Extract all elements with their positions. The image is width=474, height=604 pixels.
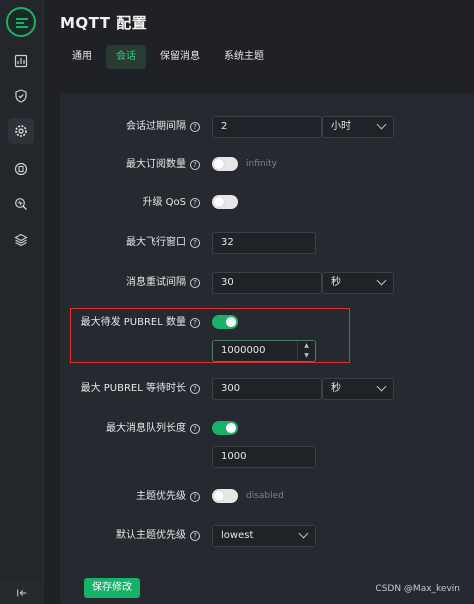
- tab-system-topic[interactable]: 系统主题: [214, 45, 274, 69]
- max-mqueue-len-row: 最大消息队列长度 ?: [60, 418, 474, 440]
- toggle-knob: [214, 491, 224, 501]
- max-inflight-row: 最大飞行窗口 ? 32: [60, 232, 474, 254]
- app-logo-icon[interactable]: [6, 7, 36, 37]
- nav-rail: [0, 0, 44, 604]
- max-subscriptions-label: 最大订阅数量: [126, 159, 186, 170]
- retry-interval-input[interactable]: 30: [212, 272, 322, 294]
- max-subscriptions-row: 最大订阅数量 ? infinity: [60, 154, 474, 176]
- collapse-icon[interactable]: [0, 582, 44, 604]
- chevron-down-icon: [298, 528, 309, 539]
- max-mqueue-len-input[interactable]: 1000: [212, 446, 316, 468]
- upgrade-qos-toggle[interactable]: [212, 195, 238, 209]
- shield-icon[interactable]: [8, 83, 34, 109]
- session-expiry-row: 会话过期间隔 ? 2 小时: [60, 116, 474, 138]
- await-rel-timeout-unit-select[interactable]: 秒: [322, 378, 394, 400]
- annotation-highlight-box: [70, 308, 350, 363]
- help-icon[interactable]: ?: [190, 238, 200, 248]
- upgrade-qos-row: 升级 QoS ?: [60, 192, 474, 214]
- await-rel-timeout-label: 最大 PUBREL 等待时长: [80, 383, 186, 394]
- topic-priority-label: 主题优先级: [136, 491, 186, 502]
- topic-priority-hint: disabled: [246, 491, 284, 501]
- watermark: CSDN @Max_kevin: [375, 584, 460, 594]
- max-mqueue-len-label: 最大消息队列长度: [106, 423, 186, 434]
- app-root: MQTT 配置 通用 会话 保留消息 系统主题 会话过期间隔 ? 2 小时 最大…: [0, 0, 474, 604]
- tab-session[interactable]: 会话: [106, 45, 146, 69]
- help-icon[interactable]: ?: [190, 122, 200, 132]
- toggle-knob: [226, 423, 236, 433]
- retry-interval-label: 消息重试间隔: [126, 277, 186, 288]
- max-mqueue-len-value-row: 1000: [60, 446, 474, 468]
- plugin-icon[interactable]: [8, 156, 34, 182]
- max-mqueue-len-toggle[interactable]: [212, 421, 238, 435]
- topic-priority-row: 主题优先级 ? disabled: [60, 486, 474, 508]
- default-priority-row: 默认主题优先级 ? lowest: [60, 525, 474, 547]
- chevron-down-icon: [376, 275, 387, 286]
- tab-retainer[interactable]: 保留消息: [150, 45, 210, 69]
- help-icon[interactable]: ?: [190, 278, 200, 288]
- retry-interval-unit-select[interactable]: 秒: [322, 272, 394, 294]
- gear-icon[interactable]: [8, 118, 34, 144]
- help-icon[interactable]: ?: [190, 531, 200, 541]
- session-expiry-unit-select[interactable]: 小时: [322, 116, 394, 138]
- max-subscriptions-hint: infinity: [246, 159, 277, 169]
- await-rel-timeout-row: 最大 PUBREL 等待时长 ? 300 秒: [60, 378, 474, 400]
- upgrade-qos-label: 升级 QoS: [142, 197, 186, 208]
- help-icon[interactable]: ?: [190, 384, 200, 394]
- help-icon[interactable]: ?: [190, 160, 200, 170]
- help-icon[interactable]: ?: [190, 424, 200, 434]
- session-expiry-input[interactable]: 2: [212, 116, 322, 138]
- dashboard-icon[interactable]: [8, 48, 34, 74]
- topic-priority-toggle[interactable]: [212, 489, 238, 503]
- tab-bar: 通用 会话 保留消息 系统主题: [62, 45, 278, 69]
- retry-interval-row: 消息重试间隔 ? 30 秒: [60, 272, 474, 294]
- session-expiry-label: 会话过期间隔: [126, 121, 186, 132]
- diagnose-icon[interactable]: [8, 191, 34, 217]
- max-subscriptions-toggle[interactable]: [212, 157, 238, 171]
- chevron-down-icon: [376, 381, 387, 392]
- default-priority-label: 默认主题优先级: [116, 530, 186, 541]
- max-inflight-input[interactable]: 32: [212, 232, 316, 254]
- chevron-down-icon: [376, 119, 387, 130]
- retry-interval-unit-value: 秒: [331, 277, 341, 288]
- toggle-knob: [214, 159, 224, 169]
- default-priority-select[interactable]: lowest: [212, 525, 316, 547]
- await-rel-timeout-unit-value: 秒: [331, 383, 341, 394]
- page-title: MQTT 配置: [60, 14, 148, 32]
- save-button[interactable]: 保存修改: [84, 578, 140, 598]
- default-priority-value: lowest: [221, 530, 254, 541]
- layers-icon[interactable]: [8, 227, 34, 253]
- max-inflight-label: 最大飞行窗口: [126, 237, 186, 248]
- toggle-knob: [214, 197, 224, 207]
- await-rel-timeout-input[interactable]: 300: [212, 378, 322, 400]
- tab-general[interactable]: 通用: [62, 45, 102, 69]
- help-icon[interactable]: ?: [190, 492, 200, 502]
- session-expiry-unit-value: 小时: [331, 121, 351, 132]
- help-icon[interactable]: ?: [190, 198, 200, 208]
